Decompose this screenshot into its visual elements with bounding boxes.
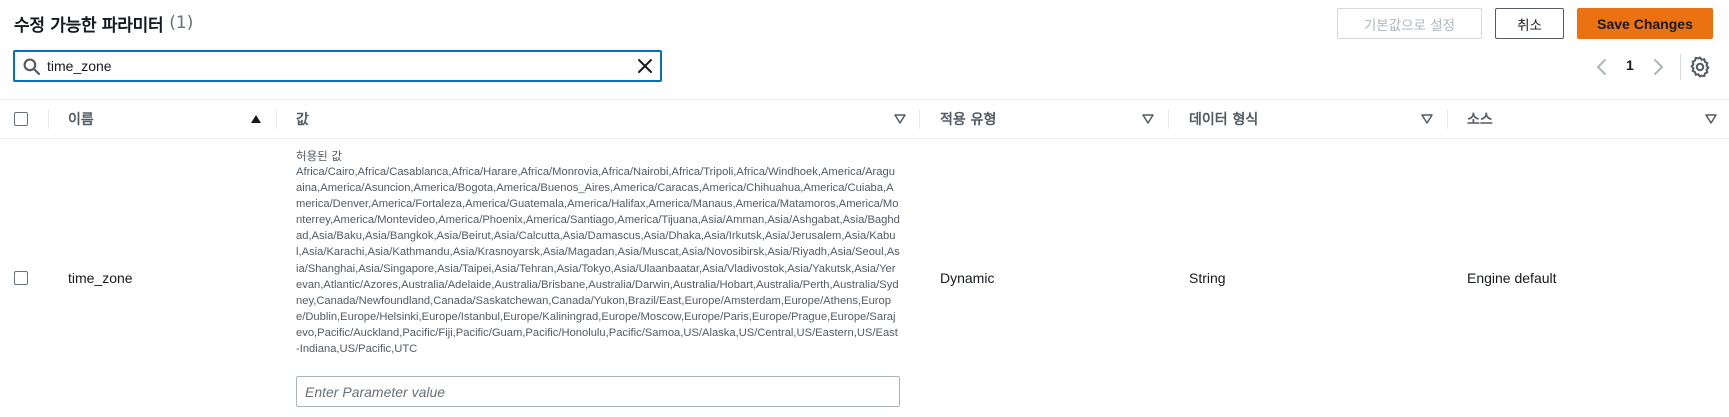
column-header-apply-type[interactable]: 적용 유형: [940, 100, 996, 138]
search-box[interactable]: [13, 50, 662, 82]
column-header-value[interactable]: 값: [296, 100, 309, 138]
save-changes-button[interactable]: Save Changes: [1577, 8, 1713, 39]
allowed-values-text: Africa/Cairo,Africa/Casablanca,Africa/Ha…: [296, 166, 900, 356]
column-divider: [276, 109, 277, 129]
column-divider: [1168, 109, 1169, 129]
sort-icon[interactable]: [1142, 114, 1154, 124]
sort-icon[interactable]: [1421, 114, 1433, 124]
parameter-count: (1): [169, 13, 194, 33]
current-page-number[interactable]: 1: [1626, 57, 1634, 73]
source-value: Engine default: [1467, 270, 1557, 286]
page-header: 수정 가능한 파라미터 (1): [14, 8, 193, 38]
apply-type-value: Dynamic: [940, 270, 995, 286]
search-input[interactable]: [47, 56, 627, 76]
reset-to-default-button[interactable]: 기본값으로 설정: [1337, 8, 1482, 39]
search-icon: [23, 58, 40, 75]
column-header-source[interactable]: 소스: [1467, 100, 1493, 138]
parameter-value-input[interactable]: [296, 376, 900, 407]
pagination-divider: [1680, 54, 1681, 80]
column-header-data-type[interactable]: 데이터 형식: [1189, 100, 1258, 138]
parameter-name: time_zone: [68, 270, 133, 286]
row-select-checkbox[interactable]: [14, 271, 28, 285]
sort-icon[interactable]: [1705, 114, 1717, 124]
sort-icon[interactable]: [894, 114, 906, 124]
column-divider: [48, 109, 49, 129]
page-title: 수정 가능한 파라미터: [14, 15, 164, 36]
gear-icon[interactable]: [1688, 55, 1712, 79]
clear-search-icon[interactable]: [637, 58, 653, 74]
select-all-checkbox[interactable]: [14, 112, 28, 126]
previous-page-icon[interactable]: [1594, 57, 1610, 77]
table-header: 이름 값 적용 유형 데이터 형식 소스: [0, 99, 1729, 139]
next-page-icon[interactable]: [1650, 57, 1666, 77]
sort-ascending-icon[interactable]: [250, 114, 262, 124]
data-type-value: String: [1189, 270, 1226, 286]
column-divider: [919, 109, 920, 129]
allowed-values-label: 허용된 값: [296, 149, 342, 163]
column-header-name[interactable]: 이름: [68, 100, 94, 138]
column-divider: [1447, 109, 1448, 129]
cancel-button[interactable]: 취소: [1495, 8, 1564, 39]
